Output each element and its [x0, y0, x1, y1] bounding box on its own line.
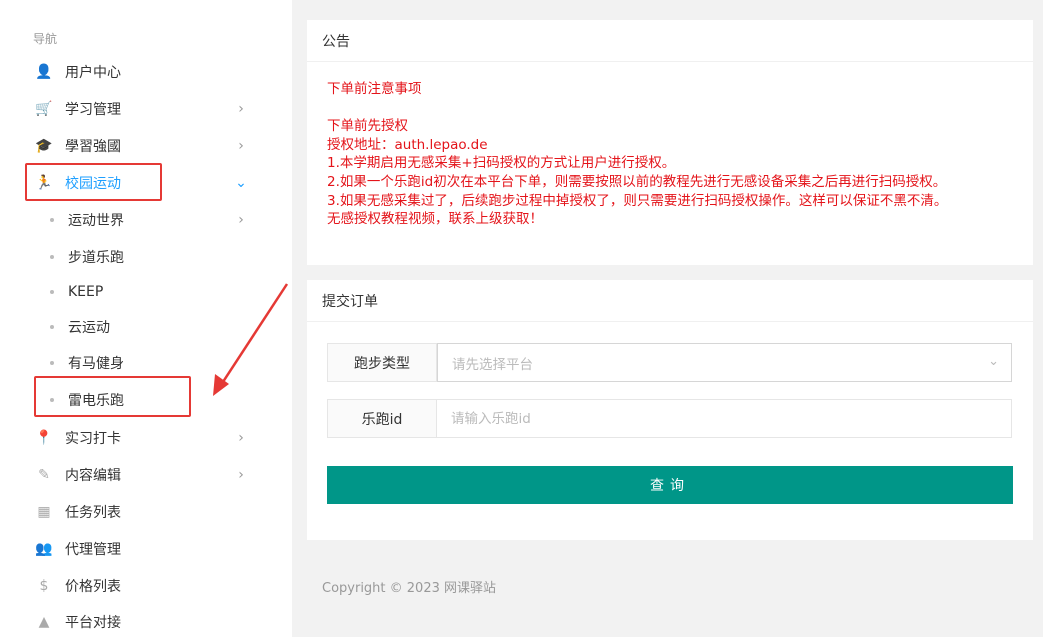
bullet-dot [50, 360, 54, 365]
lepao-id-label: 乐跑id [327, 399, 437, 438]
lepao-id-row: 乐跑id [327, 399, 1012, 438]
chevron-right-icon: › [238, 137, 244, 154]
sidebar-item-label: 学习管理 [65, 101, 121, 118]
order-title: 提交订单 [307, 280, 1033, 322]
sidebar-subitem-label: 步道乐跑 [68, 249, 124, 266]
notice-line [327, 99, 1013, 118]
run-type-row: 跑步类型 请先选择平台 ⌄ [327, 343, 1012, 382]
users-icon: 👥 [35, 540, 53, 557]
sidebar-item-label: 价格列表 [65, 578, 121, 595]
annotation-arrow [213, 283, 289, 396]
sidebar-item-platform-integration[interactable]: ▲ 平台对接 [0, 603, 292, 637]
chevron-right-icon: › [238, 211, 244, 228]
annotation-box-leidian-lepao [34, 376, 191, 417]
notice-title: 公告 [307, 20, 1033, 62]
graduation-cap-icon: 🎓 [35, 137, 53, 154]
chevron-down-icon: ⌄ [235, 174, 247, 191]
sidebar-item-label: 平台对接 [65, 614, 121, 631]
chevron-right-icon: › [238, 466, 244, 483]
query-button[interactable]: 查询 [327, 466, 1013, 504]
sidebar-item-label: 學習強國 [65, 138, 121, 155]
user-icon: 👤 [35, 63, 53, 80]
sidebar-subitem-label: 有马健身 [68, 355, 124, 372]
sidebar-item-task-list[interactable]: ▦ 任务列表 [0, 493, 292, 530]
sidebar-item-label: 实习打卡 [65, 430, 121, 447]
sidebar-item-label: 代理管理 [65, 541, 121, 558]
notice-line: 1.本学期启用无感采集+扫码授权的方式让用户进行授权。 [327, 155, 676, 172]
lepao-id-input[interactable] [451, 410, 1011, 427]
run-type-label: 跑步类型 [327, 343, 437, 382]
lepao-id-field [437, 399, 1012, 438]
sidebar-subitem-label: KEEP [68, 283, 104, 300]
sidebar-item-study-management[interactable]: 🛒 学习管理 › [0, 90, 292, 127]
notice-line: 2.如果一个乐跑id初次在本平台下单，则需要按照以前的教程先进行无感设备采集之后… [327, 173, 947, 190]
bullet-dot [50, 289, 54, 294]
chevron-right-icon: › [238, 100, 244, 117]
sidebar-subitem-label: 云运动 [68, 319, 110, 336]
building-icon: ▦ [37, 503, 51, 520]
sidebar-item-label: 用户中心 [65, 64, 121, 81]
annotation-box-campus-sports [25, 163, 162, 201]
run-type-select[interactable]: 请先选择平台 ⌄ [437, 343, 1012, 382]
dollar-icon: $ [39, 577, 49, 594]
sidebar-item-internship-checkin[interactable]: 📍 实习打卡 › [0, 419, 292, 456]
platform-icon: ▲ [38, 613, 50, 630]
run-type-placeholder: 请先选择平台 [452, 356, 533, 373]
sidebar-item-label: 内容编辑 [65, 467, 121, 484]
sidebar-item-label: 任务列表 [65, 504, 121, 521]
sidebar-item-content-edit[interactable]: ✎ 内容编辑 › [0, 456, 292, 493]
chevron-down-icon: ⌄ [988, 354, 999, 369]
copyright: Copyright © 2023 网课驿站 [322, 581, 497, 596]
sidebar-subitem-budao-lepao[interactable]: 步道乐跑 [0, 239, 292, 274]
bullet-dot [50, 324, 54, 329]
sidebar-subitem-label: 运动世界 [68, 212, 124, 229]
bullet-dot [50, 254, 54, 259]
sidebar-item-xuexi-qiangguo[interactable]: 🎓 學習強國 › [0, 127, 292, 164]
sidebar-item-user-center[interactable]: 👤 用户中心 [0, 53, 292, 90]
location-pin-icon: 📍 [35, 429, 53, 446]
order-card: 提交订单 跑步类型 请先选择平台 ⌄ 乐跑id 查询 [307, 280, 1033, 540]
sidebar-item-agent-management[interactable]: 👥 代理管理 [0, 530, 292, 567]
edit-icon: ✎ [38, 466, 50, 483]
bullet-dot [50, 217, 54, 222]
notice-line: 授权地址：auth.lepao.de [327, 136, 488, 153]
notice-line: 3.如果无感采集过了，后续跑步过程中掉授权了，则只需要进行扫码授权操作。这样可以… [327, 192, 948, 209]
notice-body: 下单前注意事项 下单前先授权 授权地址：auth.lepao.de 1.本学期启… [307, 62, 1033, 247]
nav-caption: 导航 [33, 32, 58, 46]
notice-line: 下单前注意事项 [327, 81, 422, 97]
notice-line: 无感授权教程视频，联系上级获取！ [327, 211, 543, 228]
notice-card: 公告 下单前注意事项 下单前先授权 授权地址：auth.lepao.de 1.本… [307, 20, 1033, 265]
sidebar-subitem-sports-world[interactable]: 运动世界 › [0, 202, 292, 237]
chevron-right-icon: › [238, 429, 244, 446]
sidebar-item-price-list[interactable]: $ 价格列表 [0, 567, 292, 604]
cart-icon: 🛒 [35, 100, 53, 117]
notice-line: 下单前先授权 [327, 118, 408, 135]
